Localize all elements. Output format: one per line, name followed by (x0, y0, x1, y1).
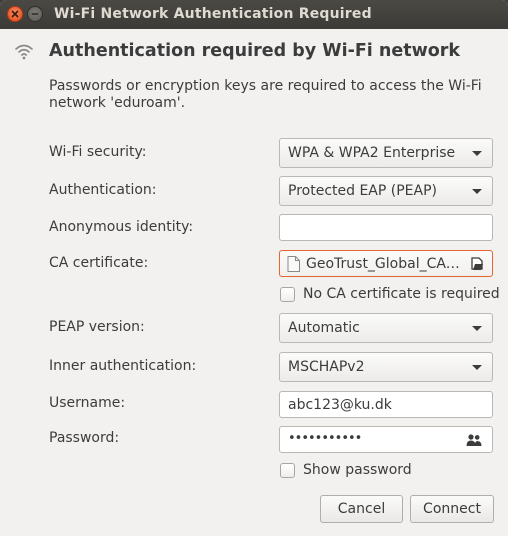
wifi-security-value: WPA & WPA2 Enterprise (288, 145, 456, 161)
window-title: Wi-Fi Network Authentication Required (54, 6, 372, 22)
password-input[interactable]: ••••••••••• (279, 426, 493, 453)
authentication-value: Protected EAP (PEAP) (288, 183, 437, 199)
dialog-heading: Authentication required by Wi-Fi network (49, 41, 461, 61)
dropdown-arrow-icon (472, 365, 482, 370)
document-icon (287, 256, 300, 272)
password-value: ••••••••••• (288, 431, 362, 446)
close-button[interactable] (7, 6, 23, 22)
dialog-description: Passwords or encryption keys are require… (49, 78, 482, 111)
authentication-select[interactable]: Protected EAP (PEAP) (279, 176, 493, 206)
dropdown-arrow-icon (472, 151, 482, 156)
title-bar[interactable]: Wi-Fi Network Authentication Required (0, 0, 508, 29)
peap-version-label: PEAP version: (49, 319, 145, 335)
wifi-security-label: Wi-Fi security: (49, 144, 147, 160)
ca-certificate-label: CA certificate: (49, 255, 149, 271)
show-password-label[interactable]: Show password (303, 462, 412, 478)
username-label: Username: (49, 395, 126, 411)
dialog-window: Wi-Fi Network Authentication Required Au… (0, 0, 508, 536)
open-file-icon (471, 257, 483, 270)
dropdown-arrow-icon (472, 326, 482, 331)
minimize-icon (31, 13, 39, 15)
ca-certificate-filename: GeoTrust_Global_CA.pem (306, 256, 464, 272)
connect-button[interactable]: Connect (410, 495, 494, 523)
peap-version-value: Automatic (288, 320, 360, 336)
username-input[interactable] (279, 391, 493, 418)
dropdown-arrow-icon (472, 189, 482, 194)
inner-authentication-select[interactable]: MSCHAPv2 (279, 352, 493, 382)
inner-authentication-label: Inner authentication: (49, 358, 197, 374)
wifi-security-select[interactable]: WPA & WPA2 Enterprise (279, 138, 493, 168)
show-password-checkbox[interactable] (280, 463, 295, 478)
minimize-button[interactable] (27, 6, 43, 22)
users-icon[interactable] (466, 433, 482, 447)
cancel-button[interactable]: Cancel (320, 495, 403, 523)
authentication-label: Authentication: (49, 182, 157, 198)
anonymous-identity-label: Anonymous identity: (49, 219, 194, 235)
no-ca-required-checkbox[interactable] (280, 287, 295, 302)
inner-authentication-value: MSCHAPv2 (288, 359, 365, 375)
no-ca-required-label[interactable]: No CA certificate is required (303, 286, 500, 302)
peap-version-select[interactable]: Automatic (279, 313, 493, 343)
wifi-icon (15, 44, 33, 60)
anonymous-identity-input[interactable] (279, 214, 493, 241)
ca-certificate-file-chooser[interactable]: GeoTrust_Global_CA.pem (279, 250, 493, 277)
close-icon (11, 10, 19, 18)
password-label: Password: (49, 430, 120, 446)
